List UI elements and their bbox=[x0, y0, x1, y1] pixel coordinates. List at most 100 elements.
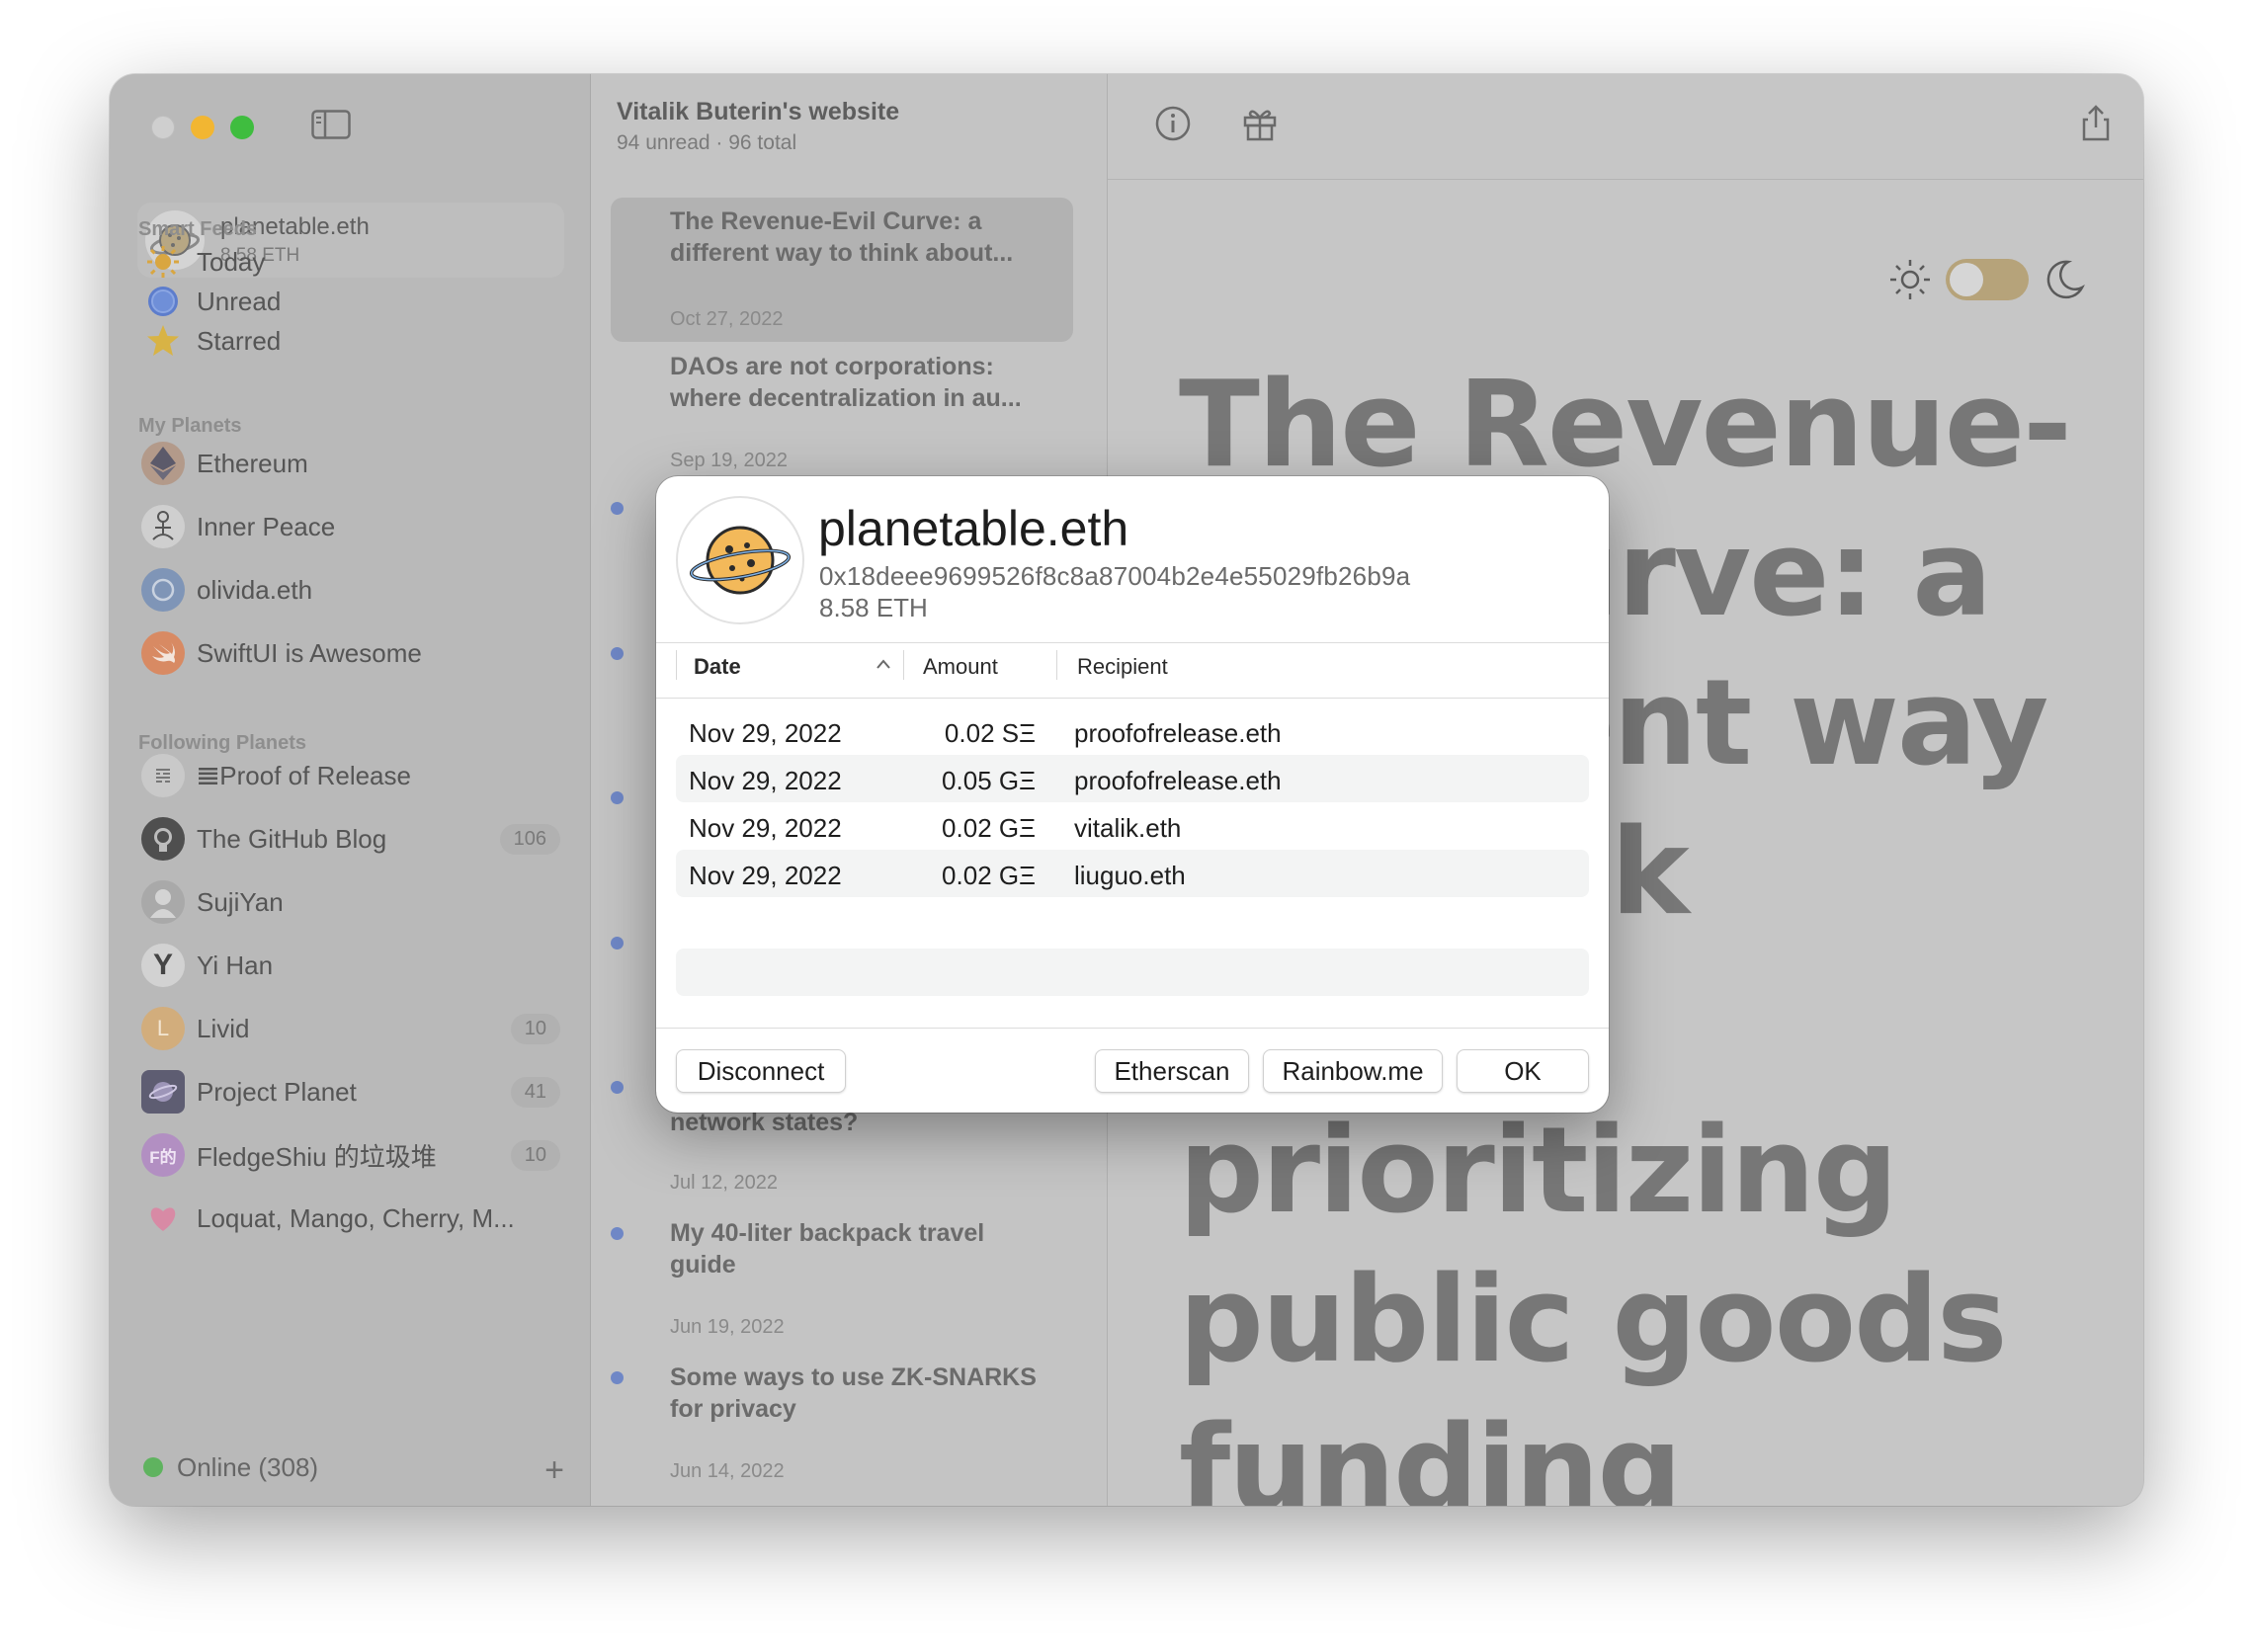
cell-date: Nov 29, 2022 bbox=[689, 813, 842, 843]
online-status-dot-icon bbox=[143, 1457, 163, 1477]
sidebar-item-ethereum[interactable]: Ethereum bbox=[141, 442, 566, 485]
unread-count-badge: 10 bbox=[510, 1139, 560, 1171]
sun-icon bbox=[141, 240, 185, 284]
table-row[interactable]: Nov 29, 2022 0.02 GΞ liuguo.eth bbox=[676, 850, 1589, 897]
unread-dot-icon bbox=[611, 1081, 624, 1094]
sidebar-item-github-blog[interactable]: The GitHub Blog 106 bbox=[141, 817, 566, 861]
livid-avatar-icon: L bbox=[141, 1007, 185, 1050]
sidebar-item-sujiyan[interactable]: SujiYan bbox=[141, 880, 566, 924]
sidebar-item-project-planet[interactable]: Project Planet 41 bbox=[141, 1070, 566, 1114]
sidebar-item-label: Yi Han bbox=[197, 950, 274, 980]
sidebar: planetable.eth 8.58 ETH Smart Feeds Toda… bbox=[110, 74, 591, 1506]
sidebar-item-label: Ethereum bbox=[197, 448, 308, 478]
dark-mode-moon-icon bbox=[2046, 260, 2085, 299]
article-date: Sep 19, 2022 bbox=[670, 450, 788, 471]
add-planet-button[interactable]: + bbox=[544, 1451, 564, 1490]
cell-amount: 0.02 GΞ bbox=[942, 861, 1036, 890]
unread-count-badge: 106 bbox=[499, 823, 560, 855]
sidebar-item-fledgeshiu[interactable]: F的 FledgeShiu 的垃圾堆 10 bbox=[141, 1133, 566, 1177]
etherscan-button[interactable]: Etherscan bbox=[1095, 1049, 1249, 1093]
sidebar-item-loquat[interactable]: Loquat, Mango, Cherry, M... bbox=[141, 1197, 566, 1240]
sidebar-item-label: Today bbox=[197, 246, 266, 277]
article-item[interactable]: My 40-liter backpack travel guide Jun 19… bbox=[611, 1217, 1073, 1346]
sidebar-item-yi-han[interactable]: Y Yi Han bbox=[141, 944, 566, 987]
table-row[interactable]: Nov 29, 2022 0.02 SΞ proofofrelease.eth bbox=[676, 707, 1589, 755]
feed-title: Vitalik Buterin's website bbox=[617, 98, 900, 125]
meditation-avatar-icon bbox=[141, 505, 185, 548]
info-icon[interactable] bbox=[1153, 104, 1193, 143]
minimize-window-button[interactable] bbox=[191, 116, 214, 139]
swift-logo-icon bbox=[141, 631, 185, 675]
cell-date: Nov 29, 2022 bbox=[689, 718, 842, 748]
project-planet-icon bbox=[141, 1070, 185, 1114]
star-icon bbox=[141, 319, 185, 363]
gift-icon[interactable] bbox=[1240, 104, 1280, 143]
sidebar-item-livid[interactable]: L Livid 10 bbox=[141, 1007, 566, 1050]
sidebar-item-label: olivida.eth bbox=[197, 574, 313, 605]
article-item[interactable]: network states? Jul 12, 2022 bbox=[611, 1107, 1073, 1225]
olivida-avatar-icon bbox=[141, 568, 185, 612]
sidebar-item-olivida[interactable]: olivida.eth bbox=[141, 568, 566, 612]
cell-recipient: vitalik.eth bbox=[1074, 813, 1182, 843]
divider bbox=[656, 642, 1609, 643]
sidebar-item-label: Loquat, Mango, Cherry, M... bbox=[197, 1202, 515, 1233]
sidebar-toggle-icon[interactable] bbox=[311, 110, 351, 139]
ok-button[interactable]: OK bbox=[1457, 1049, 1589, 1093]
article-date: Jun 14, 2022 bbox=[670, 1460, 785, 1482]
sidebar-item-starred[interactable]: Starred bbox=[141, 319, 566, 363]
column-header-recipient[interactable]: Recipient bbox=[1077, 654, 1168, 680]
sidebar-item-label: 𝌆Proof of Release bbox=[197, 760, 411, 790]
sidebar-item-proof-of-release[interactable]: 𝌆Proof of Release bbox=[141, 754, 566, 797]
fledgeshiu-avatar-icon: F的 bbox=[141, 1133, 185, 1177]
cell-recipient: proofofrelease.eth bbox=[1074, 766, 1282, 795]
wallet-dialog: planetable.eth 0x18deee9699526f8c8a87004… bbox=[656, 476, 1609, 1113]
close-window-button[interactable] bbox=[151, 116, 175, 139]
table-header: Date Amount Recipient bbox=[676, 644, 1589, 684]
sidebar-item-today[interactable]: Today bbox=[141, 240, 566, 284]
sidebar-item-label: FledgeShiu 的垃圾堆 bbox=[197, 1141, 437, 1172]
ethereum-icon bbox=[141, 442, 185, 485]
cell-date: Nov 29, 2022 bbox=[689, 766, 842, 795]
article-item[interactable]: The Revenue-Evil Curve: a different way … bbox=[611, 198, 1073, 342]
theme-switcher bbox=[1888, 258, 2086, 301]
unread-count-badge: 10 bbox=[510, 1013, 560, 1044]
disconnect-button[interactable]: Disconnect bbox=[676, 1049, 846, 1093]
share-icon[interactable] bbox=[2076, 104, 2116, 143]
toggle-knob bbox=[1950, 263, 1983, 296]
sidebar-item-swiftui[interactable]: SwiftUI is Awesome bbox=[141, 631, 566, 675]
column-header-date[interactable]: Date bbox=[694, 654, 741, 680]
sidebar-item-inner-peace[interactable]: Inner Peace bbox=[141, 505, 566, 548]
article-item[interactable]: Some ways to use ZK-SNARKS for privacy J… bbox=[611, 1362, 1073, 1490]
table-row[interactable]: Nov 29, 2022 0.05 GΞ proofofrelease.eth bbox=[676, 755, 1589, 802]
cell-recipient: proofofrelease.eth bbox=[1074, 718, 1282, 748]
table-empty-row bbox=[676, 949, 1589, 996]
feed-subtitle: 94 unread · 96 total bbox=[617, 131, 797, 154]
section-smart-feeds: Smart Feeds bbox=[138, 218, 258, 240]
unread-circle-icon bbox=[141, 280, 185, 323]
sidebar-item-unread[interactable]: Unread bbox=[141, 280, 566, 323]
rainbow-me-button[interactable]: Rainbow.me bbox=[1263, 1049, 1443, 1093]
sidebar-item-label: SwiftUI is Awesome bbox=[197, 637, 422, 668]
column-header-amount[interactable]: Amount bbox=[923, 654, 998, 680]
sidebar-item-label: Inner Peace bbox=[197, 511, 336, 541]
cell-recipient: liuguo.eth bbox=[1074, 861, 1186, 890]
cell-amount: 0.05 GΞ bbox=[942, 766, 1036, 795]
section-following-planets: Following Planets bbox=[138, 732, 307, 754]
section-my-planets: My Planets bbox=[138, 415, 242, 437]
sidebar-item-label: SujiYan bbox=[197, 886, 284, 917]
cell-date: Nov 29, 2022 bbox=[689, 861, 842, 890]
zoom-window-button[interactable] bbox=[230, 116, 254, 139]
article-item[interactable]: DAOs are not corporations: where decentr… bbox=[611, 351, 1073, 479]
table-row[interactable]: Nov 29, 2022 0.02 GΞ vitalik.eth bbox=[676, 802, 1589, 850]
article-date: Jun 19, 2022 bbox=[670, 1316, 785, 1338]
light-mode-sun-icon bbox=[1890, 260, 1930, 299]
unread-dot-icon bbox=[611, 647, 624, 660]
online-status: Online (308) bbox=[143, 1446, 568, 1489]
unread-dot-icon bbox=[611, 937, 624, 950]
dialog-wallet-address: 0x18deee9699526f8c8a87004b2e4e55029fb26b… bbox=[819, 561, 1411, 591]
window-controls bbox=[151, 116, 254, 139]
dark-mode-toggle[interactable] bbox=[1946, 259, 2029, 300]
heart-icon bbox=[141, 1197, 185, 1240]
article-title: My 40-liter backpack travel guide bbox=[670, 1219, 985, 1279]
sort-ascending-chevron-icon[interactable] bbox=[876, 658, 891, 670]
